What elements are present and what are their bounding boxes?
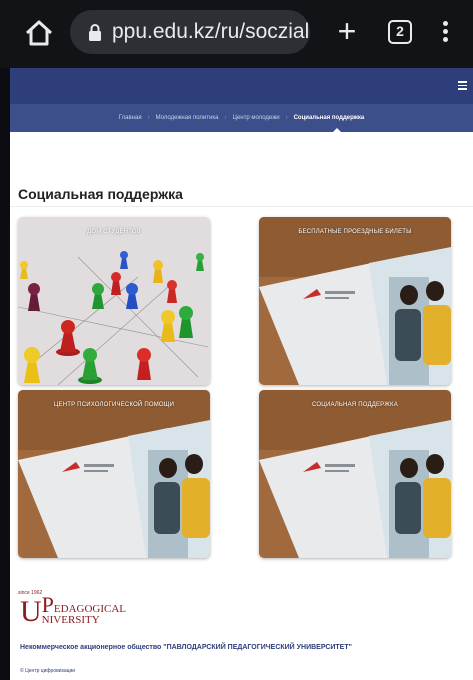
brochure-image [18,390,210,558]
pawns-image [18,217,210,385]
web-page: Главная › Молодежная политика › Центр мо… [10,68,473,680]
breadcrumb-separator: › [147,115,150,121]
new-tab-icon[interactable]: + [332,15,362,48]
breadcrumb-separator: › [224,115,227,121]
more-menu-icon[interactable] [438,18,452,48]
address-bar[interactable]: ppu.edu.kz/ru/soczial [70,10,310,54]
card-label: ДОМ СТУДЕНТОВ [87,229,141,235]
hamburger-menu-icon[interactable] [458,81,467,92]
url-text: ppu.edu.kz/ru/soczial [112,20,310,43]
card-label: БЕСПЛАТНЫЕ ПРОЕЗДНЫЕ БИЛЕТЫ [298,229,412,235]
card-free-passes[interactable]: БЕСПЛАТНЫЕ ПРОЕЗДНЫЕ БИЛЕТЫ [259,217,451,385]
card-student-house[interactable]: ДОМ СТУДЕНТОВ [18,217,210,385]
logo-letter-p: P [41,592,54,617]
footer-organization: Некоммерческое акционерное общество "ПАВ… [20,644,352,651]
card-label: СОЦИАЛЬНАЯ ПОДДЕРЖКА [312,402,398,408]
page-title: Социальная поддержка [18,186,183,202]
home-icon[interactable] [22,16,56,50]
breadcrumb-home[interactable]: Главная [119,115,142,121]
logo-letter-u: U [20,595,42,628]
brochure-image [259,390,451,558]
brochure-image [259,217,451,385]
logo-line-2: NIVERSITY [41,614,100,626]
divider [10,206,473,207]
card-label: ЦЕНТР ПСИХОЛОГИЧЕСКОЙ ПОМОЩИ [53,402,175,408]
lock-icon [89,24,101,41]
university-logo[interactable]: since 1962 U P EDAGOGICAL NIVERSITY [18,590,126,628]
footer-copyright: © Центр цифровизации [20,668,76,674]
breadcrumb-youth-center[interactable]: Центр молодежи [232,115,279,121]
breadcrumb: Главная › Молодежная политика › Центр мо… [10,104,473,132]
breadcrumb-current: Социальная поддержка [293,115,365,121]
tab-switcher-icon[interactable]: 2 [388,20,412,44]
logo-year: since 1962 [18,590,43,596]
breadcrumb-youth-policy[interactable]: Молодежная политика [156,115,219,121]
card-social-support[interactable]: СОЦИАЛЬНАЯ ПОДДЕРЖКА [259,390,451,558]
site-header [10,68,473,104]
breadcrumb-caret-icon [333,128,341,132]
breadcrumb-separator: › [285,115,288,121]
card-psychological-help[interactable]: ЦЕНТР ПСИХОЛОГИЧЕСКОЙ ПОМОЩИ [18,390,210,558]
browser-toolbar: ppu.edu.kz/ru/soczial + 2 [0,0,473,68]
